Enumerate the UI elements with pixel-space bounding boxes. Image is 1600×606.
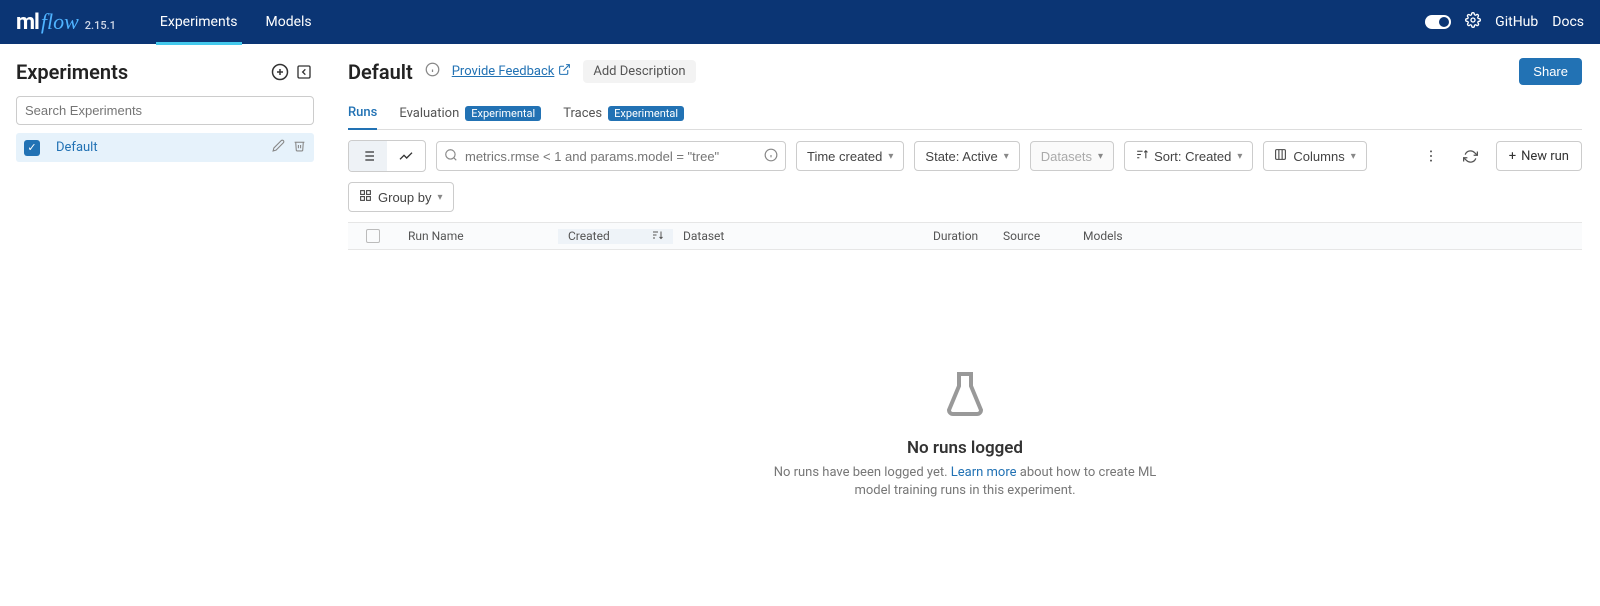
page-title: Default <box>348 60 413 84</box>
add-description-button[interactable]: Add Description <box>583 60 695 83</box>
group-icon <box>359 189 372 205</box>
tab-traces[interactable]: TracesExperimental <box>563 105 684 129</box>
datasets-filter[interactable]: Datasets▾ <box>1030 141 1114 171</box>
new-run-button[interactable]: +New run <box>1496 141 1582 171</box>
col-source[interactable]: Source <box>993 229 1073 243</box>
columns-icon <box>1274 148 1287 164</box>
experimental-badge: Experimental <box>465 106 541 121</box>
state-filter[interactable]: State: Active▾ <box>914 141 1019 171</box>
time-created-filter[interactable]: Time created▾ <box>796 141 904 171</box>
docs-link[interactable]: Docs <box>1552 14 1584 30</box>
experiment-row[interactable]: ✓ Default <box>16 133 314 162</box>
col-dataset[interactable]: Dataset <box>673 229 923 243</box>
search-icon <box>444 148 458 166</box>
checkbox-checked-icon[interactable]: ✓ <box>24 140 40 156</box>
columns-button[interactable]: Columns▾ <box>1263 141 1366 171</box>
col-duration[interactable]: Duration <box>923 229 993 243</box>
search-experiments-input[interactable] <box>16 96 314 125</box>
flask-icon <box>941 370 989 418</box>
search-runs-input[interactable] <box>436 141 786 171</box>
col-run-name[interactable]: Run Name <box>398 229 558 243</box>
sort-icon <box>1135 148 1148 164</box>
chart-view-icon[interactable] <box>387 141 425 171</box>
empty-state: No runs logged No runs have been logged … <box>765 370 1165 500</box>
github-link[interactable]: GitHub <box>1495 14 1538 30</box>
select-all-checkbox[interactable] <box>366 229 380 243</box>
tab-evaluation[interactable]: EvaluationExperimental <box>399 105 541 129</box>
experimental-badge: Experimental <box>608 106 684 121</box>
external-link-icon <box>558 63 571 80</box>
sidebar-title: Experiments <box>16 60 128 84</box>
info-icon[interactable] <box>425 62 440 81</box>
tab-runs[interactable]: Runs <box>348 105 377 130</box>
nav-models[interactable]: Models <box>252 0 326 44</box>
sort-button[interactable]: Sort: Created▾ <box>1124 141 1253 171</box>
learn-more-link[interactable]: Learn more <box>951 465 1017 480</box>
table-header: Run Name Created Dataset Duration Source… <box>348 222 1582 250</box>
gear-icon[interactable] <box>1465 12 1481 32</box>
refresh-icon[interactable] <box>1456 141 1486 171</box>
kebab-menu-icon[interactable] <box>1416 141 1446 171</box>
plus-icon: + <box>1509 149 1516 164</box>
search-info-icon[interactable] <box>764 148 778 166</box>
mlflow-logo: mlflow2.15.1 <box>16 9 116 35</box>
share-button[interactable]: Share <box>1519 58 1582 85</box>
theme-toggle[interactable] <box>1425 15 1451 29</box>
sort-desc-icon <box>651 229 663 244</box>
nav-experiments[interactable]: Experiments <box>146 0 252 44</box>
group-by-button[interactable]: Group by▾ <box>348 182 454 212</box>
col-created[interactable]: Created <box>558 229 673 244</box>
empty-title: No runs logged <box>765 438 1165 458</box>
empty-text: No runs have been logged yet. Learn more… <box>765 464 1165 500</box>
list-view-icon[interactable] <box>349 141 387 171</box>
edit-icon[interactable] <box>272 139 285 156</box>
col-models[interactable]: Models <box>1073 229 1582 243</box>
delete-icon[interactable] <box>293 139 306 156</box>
experiment-name[interactable]: Default <box>56 140 272 155</box>
feedback-link[interactable]: Provide Feedback <box>452 63 572 80</box>
collapse-sidebar-icon[interactable] <box>294 62 314 82</box>
add-experiment-icon[interactable] <box>270 62 290 82</box>
